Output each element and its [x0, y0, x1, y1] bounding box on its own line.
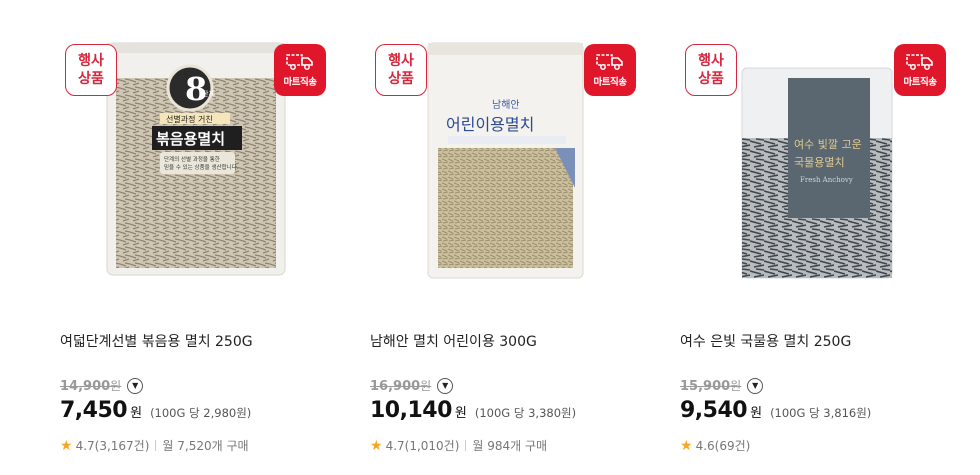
svg-text:Fresh Anchovy: Fresh Anchovy — [800, 176, 853, 184]
original-price: 16,900원 — [370, 379, 432, 394]
product-card[interactable]: 행사 상품 마트직송 남해안 어린이용멸치 남해안 멸치 어린이용 300G 1… — [370, 0, 660, 475]
product-name[interactable]: 남해안 멸치 어린이용 300G — [370, 331, 537, 351]
svg-text:남해안: 남해안 — [492, 98, 520, 111]
currency-unit: 원 — [130, 406, 143, 421]
divider — [155, 440, 157, 451]
mart-direct-shipping-badge: 마트직송 — [894, 44, 946, 96]
original-price-row: 15,900원 ▼ — [680, 377, 764, 394]
event-badge: 행사 상품 — [65, 44, 117, 96]
svg-text:믿을 수 있는 상품을 생산합니다.: 믿을 수 있는 상품을 생산합니다. — [164, 163, 239, 171]
rating-row: ★ 4.6(69건) — [680, 437, 750, 454]
rating-row: ★ 4.7(3,167건) 월 7,520개 구매 — [60, 437, 249, 454]
mart-direct-shipping-badge: 마트직송 — [274, 44, 326, 96]
svg-text:국물용멸치: 국물용멸치 — [794, 156, 845, 169]
rating-row: ★ 4.7(1,010건) 월 984개 구매 — [370, 437, 547, 454]
mart-direct-shipping-badge: 마트직송 — [584, 44, 636, 96]
product-card[interactable]: 행사 상품 마트직송 8 단계 선별과정 거친 볶음용멸치 단계의 선별 과정을… — [60, 0, 350, 475]
sale-price-row: 10,140 원 (100G 당 3,380원) — [370, 398, 576, 423]
rating-text: 4.7(1,010건) — [385, 439, 460, 453]
chevron-down-circle-icon[interactable]: ▼ — [437, 377, 454, 394]
svg-text:단계의 선별 과정을 통한: 단계의 선별 과정을 통한 — [164, 155, 220, 163]
product-name[interactable]: 여덟단계선별 볶음용 멸치 250G — [60, 331, 253, 351]
svg-text:8: 8 — [185, 70, 207, 108]
currency-unit: 원 — [454, 406, 467, 421]
sale-price: 7,450 — [60, 398, 128, 423]
star-icon: ★ — [60, 437, 73, 454]
product-name[interactable]: 여수 은빛 국물용 멸치 250G — [680, 331, 851, 351]
sale-price-row: 7,450 원 (100G 당 2,980원) — [60, 398, 251, 423]
original-price: 15,900원 — [680, 379, 742, 394]
chevron-down-circle-icon[interactable]: ▼ — [127, 377, 144, 394]
svg-text:어린이용멸치: 어린이용멸치 — [446, 115, 534, 134]
currency-unit: 원 — [750, 406, 763, 421]
original-price-row: 16,900원 ▼ — [370, 377, 454, 394]
star-icon: ★ — [370, 437, 383, 454]
rating-text: 4.7(3,167건) — [75, 439, 150, 453]
monthly-purchases: 월 984개 구매 — [472, 439, 548, 453]
sale-price: 9,540 — [680, 398, 748, 423]
event-badge: 행사 상품 — [375, 44, 427, 96]
rating-text: 4.6(69건) — [695, 439, 751, 453]
sale-price-row: 9,540 원 (100G 당 3,816원) — [680, 398, 871, 423]
unit-price: (100G 당 3,816원) — [770, 406, 872, 420]
svg-text:볶음용멸치: 볶음용멸치 — [156, 130, 225, 148]
product-grid: 행사 상품 마트직송 8 단계 선별과정 거친 볶음용멸치 단계의 선별 과정을… — [0, 0, 980, 475]
unit-price: (100G 당 3,380원) — [474, 406, 577, 420]
truck-icon — [596, 54, 623, 70]
svg-text:선별과정 거친: 선별과정 거친 — [166, 114, 213, 124]
star-icon: ★ — [680, 437, 693, 454]
svg-text:여수 빛깔 고운: 여수 빛깔 고운 — [794, 137, 862, 151]
event-badge: 행사 상품 — [685, 44, 737, 96]
unit-price: (100G 당 2,980원) — [150, 406, 252, 420]
sale-price: 10,140 — [370, 398, 452, 423]
truck-icon — [286, 54, 313, 70]
original-price-row: 14,900원 ▼ — [60, 377, 144, 394]
svg-text:단계: 단계 — [202, 89, 215, 98]
original-price: 14,900원 — [60, 379, 122, 394]
truck-icon — [906, 54, 933, 70]
product-card[interactable]: 행사 상품 마트직송 여수 빛깔 고운 국물용멸치 Fresh Anchovy … — [680, 0, 970, 475]
monthly-purchases: 월 7,520개 구매 — [162, 439, 249, 453]
divider — [465, 440, 467, 451]
chevron-down-circle-icon[interactable]: ▼ — [747, 377, 764, 394]
